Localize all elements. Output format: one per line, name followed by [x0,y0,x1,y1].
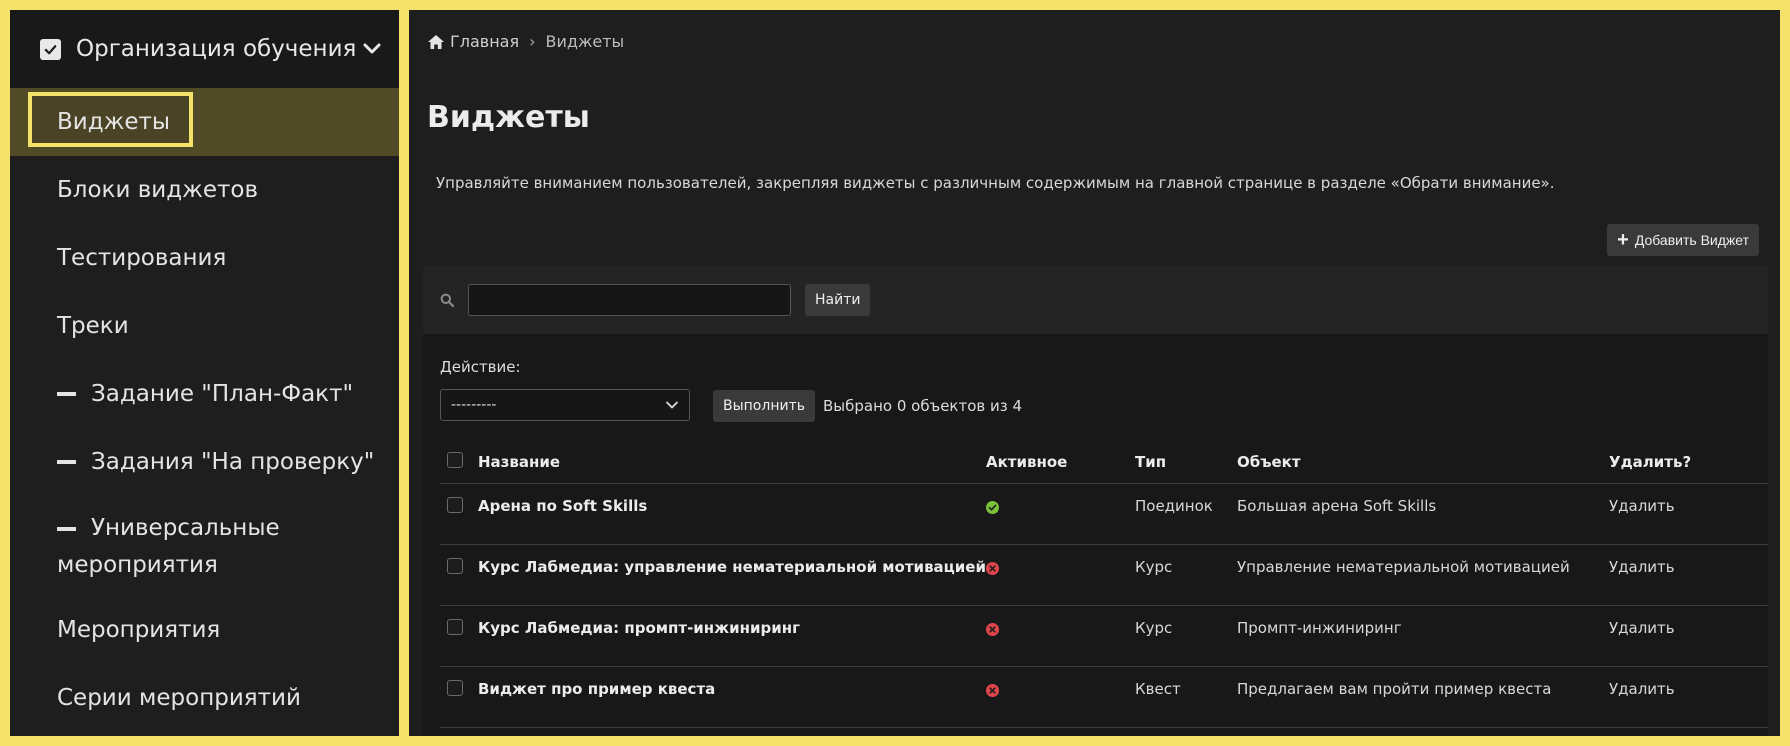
sidebar-item-label: Виджеты [57,109,171,135]
action-select-value: --------- [451,397,497,413]
widget-name-link[interactable]: Курс Лабмедиа: промпт-инжиниринг [478,605,986,667]
sidebar-item-events[interactable]: Мероприятия [10,596,399,664]
table-row: Арена по Soft Skills Поединок Большая ар… [440,483,1768,545]
sidebar-item-label: Треки [57,313,129,339]
active-yes-icon [986,500,999,514]
sidebar-item-label: Тестирования [57,245,227,271]
widget-name-link[interactable]: Арена по Soft Skills [478,483,986,545]
sidebar-section-title: Организация обучения [76,36,357,62]
row-checkbox[interactable] [447,497,463,513]
type-cell: Поединок [1135,483,1237,545]
chevron-down-icon [362,42,382,56]
active-status-cell [986,605,1135,667]
object-cell: Управление нематериальной мотивацией [1237,544,1609,606]
breadcrumb-current: Виджеты [545,32,625,51]
add-widget-button[interactable]: + Добавить Виджет [1607,224,1759,256]
sidebar-item-label: Задание "План-Факт" [91,381,354,407]
select-all-checkbox[interactable] [447,452,463,468]
sidebar-item-universal-events[interactable]: Универсальные мероприятия [10,496,399,596]
active-no-icon [986,683,999,697]
object-cell: Промпт-инжиниринг [1237,605,1609,667]
table-row: Виджет про пример квеста Квест Предлагае… [440,666,1768,728]
breadcrumb-home-link[interactable]: Главная [450,32,519,51]
chevron-down-icon [665,398,679,412]
search-input[interactable] [468,284,791,316]
execute-button[interactable]: Выполнить [713,390,815,422]
table-row: Курс Лабмедиа: управление нематериальной… [440,544,1768,606]
sidebar-item-label: Мероприятия [57,617,221,643]
type-cell: Квест [1135,666,1237,728]
selected-count: Выбрано 0 объектов из 4 [823,397,1023,415]
home-icon[interactable] [427,34,445,50]
delete-link[interactable]: Удалить [1609,544,1768,606]
changelist-panel: Найти Действие: --------- Выполнить Выбр… [423,266,1768,736]
type-cell: Курс [1135,544,1237,606]
sidebar-item-tests[interactable]: Тестирования [10,224,399,292]
active-no-icon [986,561,999,575]
sidebar-item-label: Задания "На проверку" [91,449,375,475]
sidebar-item-review-tasks[interactable]: Задания "На проверку" [10,428,399,496]
sidebar-item-event-series[interactable]: Серии мероприятий [10,664,399,732]
page-title: Виджеты [427,100,590,135]
active-status-cell [986,483,1135,545]
delete-link[interactable]: Удалить [1609,605,1768,667]
column-header-delete: Удалить? [1609,441,1768,484]
object-cell: Большая арена Soft Skills [1237,483,1609,545]
sidebar-item-label: Универсальные мероприятия [57,515,280,578]
dash-icon [57,526,76,531]
row-checkbox[interactable] [447,558,463,574]
search-button[interactable]: Найти [805,284,871,316]
widget-name-link[interactable]: Курс Лабмедиа: управление нематериальной… [478,544,986,606]
widgets-table: Название Активное Тип Объект Удалить? Ар… [440,441,1768,728]
dash-icon [57,392,76,396]
table-header-row: Название Активное Тип Объект Удалить? [440,441,1768,484]
sidebar-item-label: Блоки виджетов [57,177,259,203]
column-header-active[interactable]: Активное [986,441,1135,484]
select-all-cell [440,441,478,484]
sidebar-item-label: Серии мероприятий [57,685,301,711]
main-content: Главная › Виджеты Виджеты Управляйте вни… [409,10,1780,736]
active-status-cell [986,666,1135,728]
row-checkbox[interactable] [447,680,463,696]
column-header-type[interactable]: Тип [1135,441,1237,484]
active-no-icon [986,622,999,636]
sidebar-item-widget-blocks[interactable]: Блоки виджетов [10,156,399,224]
plus-icon: + [1617,229,1629,251]
breadcrumb: Главная › Виджеты [427,32,624,51]
column-header-name[interactable]: Название [478,441,986,484]
search-icon [440,293,454,307]
delete-link[interactable]: Удалить [1609,483,1768,545]
action-select[interactable]: --------- [440,389,690,421]
dash-icon [57,460,76,464]
sidebar-item-tracks[interactable]: Треки [10,292,399,360]
sidebar-section-header[interactable]: Организация обучения [10,10,399,88]
table-row: Курс Лабмедиа: промпт-инжиниринг Курс Пр… [440,605,1768,667]
page-description: Управляйте вниманием пользователей, закр… [436,174,1555,192]
breadcrumb-separator: › [529,32,536,51]
active-status-cell [986,544,1135,606]
add-widget-label: Добавить Виджет [1634,232,1749,248]
sidebar-item-widgets[interactable]: Виджеты [10,88,399,156]
checkbox-checked-icon [40,38,61,60]
object-cell: Предлагаем вам пройти пример квеста [1237,666,1609,728]
sidebar: Организация обучения Виджеты Блоки видже… [10,10,399,736]
row-checkbox[interactable] [447,619,463,635]
widget-name-link[interactable]: Виджет про пример квеста [478,666,986,728]
type-cell: Курс [1135,605,1237,667]
sidebar-item-plan-fact[interactable]: Задание "План-Факт" [10,360,399,428]
search-bar: Найти [423,266,1768,334]
delete-link[interactable]: Удалить [1609,666,1768,728]
action-label: Действие: [440,358,521,376]
column-header-object[interactable]: Объект [1237,441,1609,484]
